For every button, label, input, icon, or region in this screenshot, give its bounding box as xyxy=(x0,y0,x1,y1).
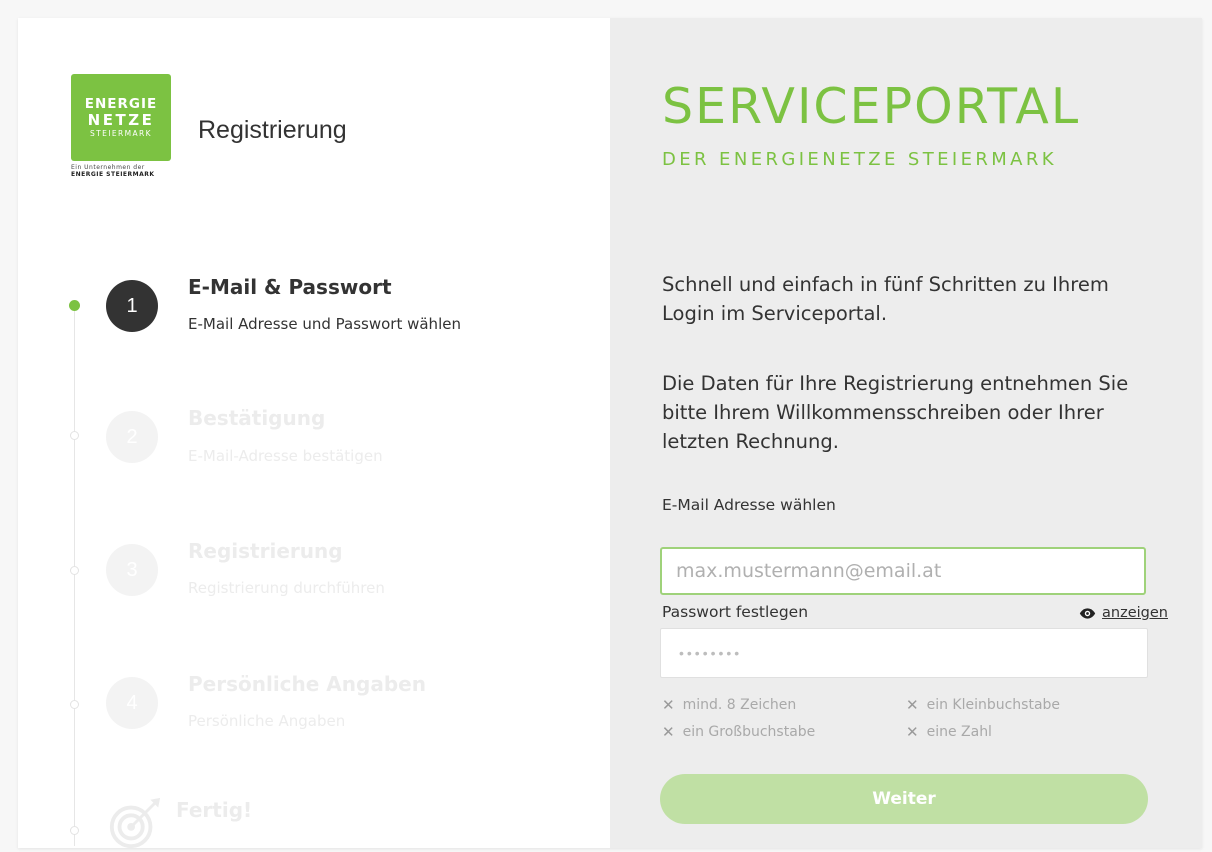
cross-icon: ✕ xyxy=(906,723,919,741)
step-indicator-dot xyxy=(70,566,79,575)
registration-card: ENERGIE NETZE STEIERMARK Ein Unternehmen… xyxy=(18,18,1202,849)
rule-min-length: ✕ mind. 8 Zeichen xyxy=(662,696,796,714)
continue-button[interactable]: Weiter xyxy=(660,774,1148,824)
email-label: E-Mail Adresse wählen xyxy=(662,496,836,514)
step-5-title: Fertig! xyxy=(176,798,253,822)
step-indicator-active xyxy=(69,300,80,311)
step-indicator-dot xyxy=(70,700,79,709)
step-2-subtitle: E-Mail-Adresse bestätigen xyxy=(188,447,383,465)
stepper-line xyxy=(74,306,75,846)
target-icon xyxy=(109,797,161,849)
step-3-title: Registrierung xyxy=(188,539,343,563)
step-1-number: 1 xyxy=(106,280,158,332)
logo-subline2: ENERGIE STEIERMARK xyxy=(71,171,155,178)
rule-lowercase-label: ein Kleinbuchstabe xyxy=(926,697,1061,713)
portal-subtitle: DER ENERGIENETZE STEIERMARK xyxy=(662,149,1058,170)
cross-icon: ✕ xyxy=(662,696,675,714)
show-password-label: anzeigen xyxy=(1102,605,1168,621)
step-1-subtitle: E-Mail Adresse und Passwort wählen xyxy=(188,315,461,333)
password-field[interactable] xyxy=(660,628,1148,678)
cross-icon: ✕ xyxy=(662,723,675,741)
password-label: Passwort festlegen xyxy=(662,603,809,621)
logo-line2: NETZE xyxy=(87,110,155,129)
rule-min-length-label: mind. 8 Zeichen xyxy=(682,697,797,713)
step-indicator-dot xyxy=(70,431,79,440)
step-3-number: 3 xyxy=(106,544,158,596)
rule-number: ✕ eine Zahl xyxy=(906,723,992,741)
step-indicator-dot xyxy=(70,826,79,835)
email-field[interactable] xyxy=(660,547,1146,595)
energienetze-logo: ENERGIE NETZE STEIERMARK Ein Unternehmen… xyxy=(71,74,171,178)
logo-box: ENERGIE NETZE STEIERMARK xyxy=(71,74,171,161)
portal-title: SERVICEPORTAL xyxy=(662,78,1081,135)
step-2-title: Bestätigung xyxy=(188,406,326,430)
logo-line3: STEIERMARK xyxy=(90,128,152,138)
page-title: Registrierung xyxy=(198,116,347,144)
intro-text-2: Die Daten für Ihre Registrierung entnehm… xyxy=(662,372,1129,453)
step-2-number: 2 xyxy=(106,411,158,463)
stepper-panel: ENERGIE NETZE STEIERMARK Ein Unternehmen… xyxy=(18,18,610,849)
rule-number-label: eine Zahl xyxy=(926,724,992,740)
step-3-subtitle: Registrierung durchführen xyxy=(188,579,385,597)
rule-uppercase-label: ein Großbuchstabe xyxy=(682,724,816,740)
intro-text-1: Schnell und einfach in fünf Schritten zu… xyxy=(662,273,1109,325)
logo-subline1: Ein Unternehmen der xyxy=(71,164,145,171)
step-4-subtitle: Persönliche Angaben xyxy=(188,712,346,730)
step-4-number: 4 xyxy=(106,677,158,729)
form-panel: SERVICEPORTAL DER ENERGIENETZE STEIERMAR… xyxy=(610,18,1202,848)
show-password-toggle[interactable]: anzeigen xyxy=(1079,605,1168,621)
step-1-title: E-Mail & Passwort xyxy=(188,275,392,299)
cross-icon: ✕ xyxy=(906,696,919,714)
eye-icon xyxy=(1079,607,1096,619)
rule-lowercase: ✕ ein Kleinbuchstabe xyxy=(906,696,1060,714)
rule-uppercase: ✕ ein Großbuchstabe xyxy=(662,723,815,741)
step-4-title: Persönliche Angaben xyxy=(188,672,426,696)
logo-line1: ENERGIE xyxy=(84,95,158,112)
